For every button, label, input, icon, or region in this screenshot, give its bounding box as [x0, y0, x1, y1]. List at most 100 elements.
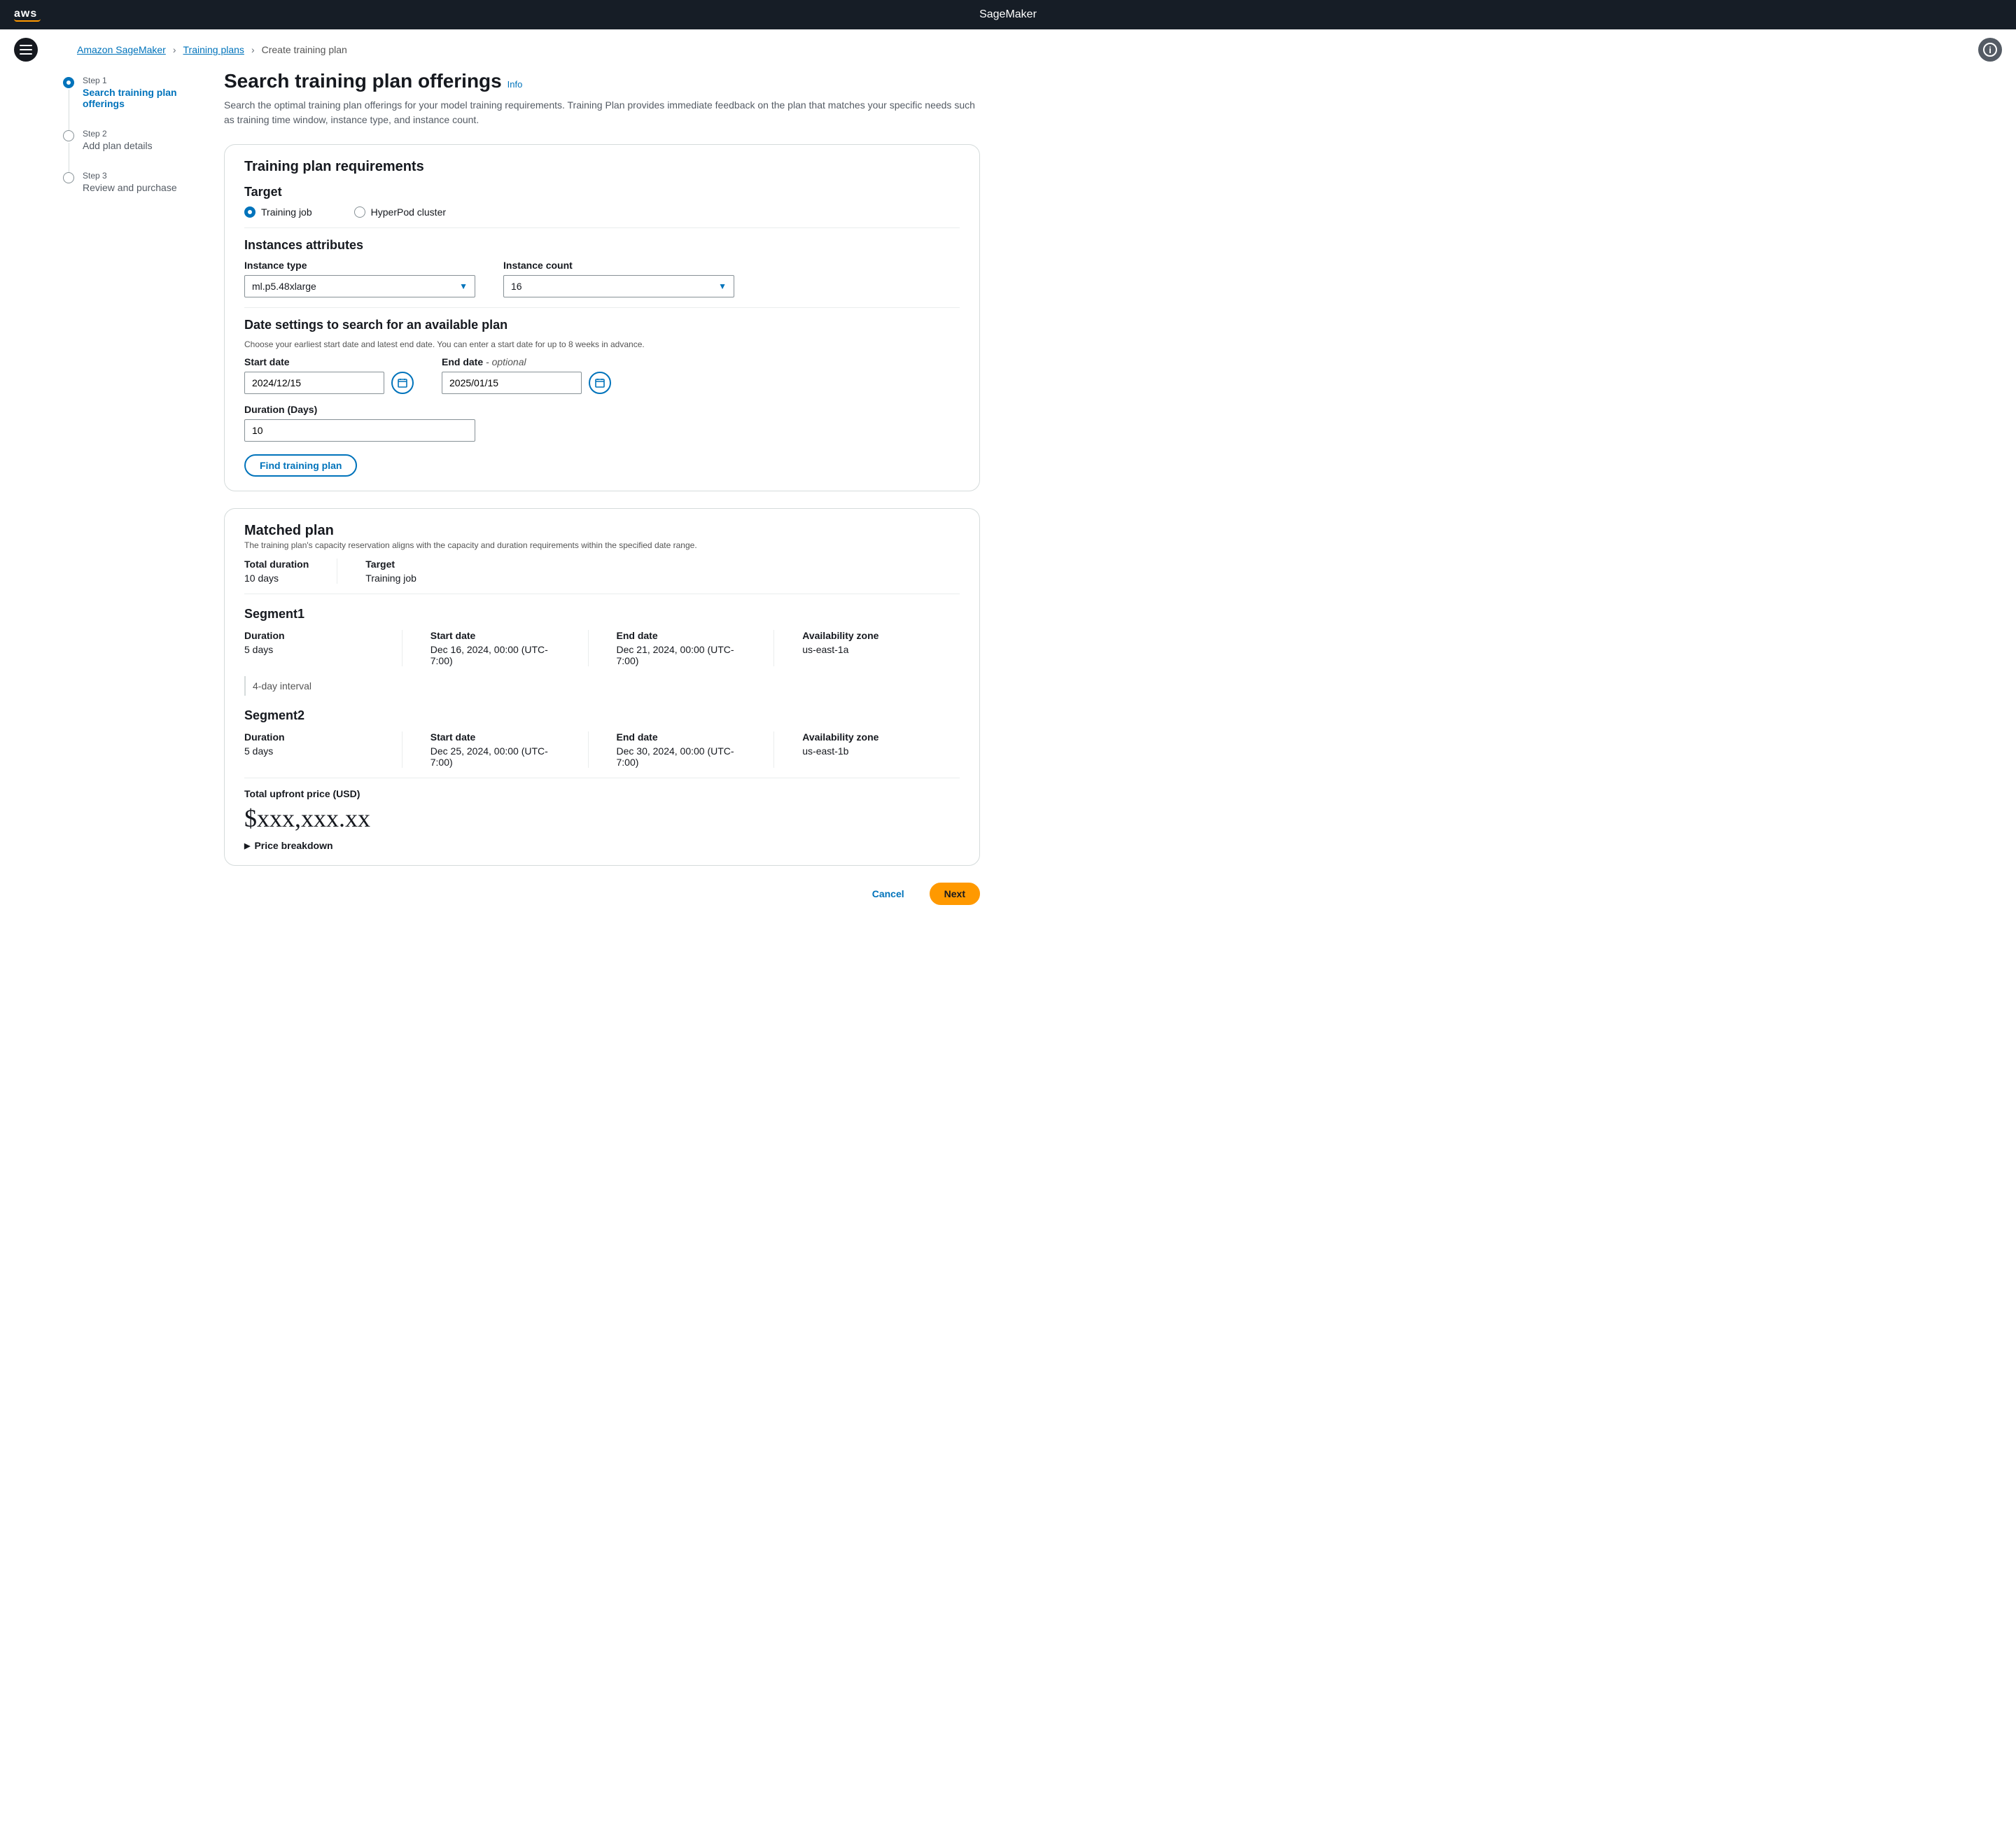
- target-radio-training-job[interactable]: Training job: [244, 206, 312, 218]
- instance-type-value: ml.p5.48xlarge: [252, 281, 316, 292]
- matched-plan-panel: Matched plan The training plan's capacit…: [224, 508, 980, 866]
- price-breakdown-toggle[interactable]: ▶ Price breakdown: [244, 840, 960, 851]
- chevron-down-icon: ▼: [459, 281, 468, 291]
- footer-actions: Cancel Next: [224, 883, 980, 905]
- breadcrumb: Amazon SageMaker › Training plans › Crea…: [77, 44, 347, 55]
- end-date-label: End date - optional: [442, 356, 611, 367]
- chevron-down-icon: ▼: [718, 281, 727, 291]
- total-duration-label: Total duration: [244, 559, 309, 570]
- instances-heading: Instances attributes: [244, 238, 960, 253]
- target-radio-group: Training job HyperPod cluster: [244, 206, 960, 218]
- seg2-duration-label: Duration: [244, 731, 374, 743]
- start-date-input[interactable]: [244, 372, 384, 394]
- segment-interval: 4-day interval: [244, 676, 960, 696]
- aws-logo: aws: [14, 8, 41, 22]
- price-value: $xxx,xxx.xx: [244, 804, 960, 833]
- find-training-plan-button[interactable]: Find training plan: [244, 454, 357, 477]
- help-button[interactable]: i: [1978, 38, 2002, 62]
- instance-type-label: Instance type: [244, 260, 475, 271]
- chevron-right-icon: ›: [251, 44, 255, 55]
- seg1-az-label: Availability zone: [802, 630, 932, 641]
- matched-title: Matched plan: [244, 523, 960, 539]
- price-breakdown-label: Price breakdown: [254, 840, 332, 851]
- seg2-duration-value: 5 days: [244, 745, 374, 757]
- next-button[interactable]: Next: [930, 883, 980, 905]
- aws-logo-text: aws: [14, 8, 41, 20]
- wizard-step-3-title: Review and purchase: [83, 182, 196, 193]
- start-date-calendar-button[interactable]: [391, 372, 414, 394]
- breadcrumb-current: Create training plan: [262, 44, 347, 55]
- instance-type-select[interactable]: ml.p5.48xlarge ▼: [244, 275, 475, 297]
- price-label: Total upfront price (USD): [244, 788, 960, 799]
- wizard-step-2[interactable]: Step 2 Add plan details: [63, 129, 196, 171]
- matched-target-label: Target: [365, 559, 416, 570]
- chevron-right-icon: ›: [173, 44, 176, 55]
- duration-input[interactable]: [244, 419, 475, 442]
- divider: [244, 307, 960, 308]
- wizard-step-3-label: Step 3: [83, 171, 196, 181]
- total-duration-value: 10 days: [244, 573, 309, 584]
- radio-icon: [63, 172, 74, 183]
- wizard-step-3[interactable]: Step 3 Review and purchase: [63, 171, 196, 213]
- requirements-title: Training plan requirements: [244, 159, 960, 175]
- seg2-start-label: Start date: [430, 731, 560, 743]
- nav-menu-button[interactable]: [14, 38, 38, 62]
- instance-count-label: Instance count: [503, 260, 734, 271]
- end-date-label-text: End date: [442, 356, 483, 367]
- target-radio-hyperpod[interactable]: HyperPod cluster: [354, 206, 446, 218]
- help-icon: i: [1983, 43, 1997, 57]
- wizard-nav: Step 1 Search training plan offerings St…: [63, 70, 196, 905]
- seg2-az-value: us-east-1b: [802, 745, 932, 757]
- calendar-icon: [594, 377, 606, 388]
- end-date-optional: - optional: [483, 356, 526, 367]
- seg2-start-value: Dec 25, 2024, 00:00 (UTC-7:00): [430, 745, 560, 768]
- cancel-button[interactable]: Cancel: [858, 883, 918, 905]
- wizard-step-1[interactable]: Step 1 Search training plan offerings: [63, 76, 196, 129]
- duration-label: Duration (Days): [244, 404, 960, 415]
- calendar-icon: [397, 377, 408, 388]
- wizard-step-1-label: Step 1: [83, 76, 196, 85]
- target-radio-training-job-label: Training job: [261, 206, 312, 218]
- seg1-duration-value: 5 days: [244, 644, 374, 655]
- service-title: SageMaker: [979, 8, 1037, 21]
- page-description: Search the optimal training plan offerin…: [224, 98, 980, 127]
- seg2-end-value: Dec 30, 2024, 00:00 (UTC-7:00): [617, 745, 746, 768]
- radio-selected-icon: [244, 206, 255, 218]
- end-date-calendar-button[interactable]: [589, 372, 611, 394]
- seg1-end-label: End date: [617, 630, 746, 641]
- subheader: Amazon SageMaker › Training plans › Crea…: [0, 29, 2016, 70]
- info-link[interactable]: Info: [507, 79, 523, 90]
- caret-right-icon: ▶: [244, 841, 250, 850]
- breadcrumb-link-training-plans[interactable]: Training plans: [183, 44, 244, 55]
- seg1-duration-label: Duration: [244, 630, 374, 641]
- seg1-az-value: us-east-1a: [802, 644, 932, 655]
- dates-helper-text: Choose your earliest start date and late…: [244, 339, 960, 349]
- start-date-label: Start date: [244, 356, 414, 367]
- end-date-input[interactable]: [442, 372, 582, 394]
- dates-heading: Date settings to search for an available…: [244, 318, 960, 332]
- segment1-title: Segment1: [244, 607, 960, 622]
- target-heading: Target: [244, 185, 960, 199]
- breadcrumb-link-sagemaker[interactable]: Amazon SageMaker: [77, 44, 166, 55]
- radio-icon: [63, 77, 74, 88]
- matched-subtitle: The training plan's capacity reservation…: [244, 540, 960, 550]
- segment2-title: Segment2: [244, 708, 960, 723]
- seg1-start-label: Start date: [430, 630, 560, 641]
- main-content: Search training plan offerings Info Sear…: [224, 70, 980, 905]
- seg2-az-label: Availability zone: [802, 731, 932, 743]
- seg2-end-label: End date: [617, 731, 746, 743]
- page-title: Search training plan offerings: [224, 70, 502, 92]
- seg1-start-value: Dec 16, 2024, 00:00 (UTC-7:00): [430, 644, 560, 666]
- wizard-step-2-label: Step 2: [83, 129, 196, 139]
- wizard-step-2-title: Add plan details: [83, 140, 196, 151]
- instance-count-select[interactable]: 16 ▼: [503, 275, 734, 297]
- topbar: aws SageMaker: [0, 0, 2016, 29]
- instance-count-value: 16: [511, 281, 522, 292]
- requirements-panel: Training plan requirements Target Traini…: [224, 144, 980, 491]
- hamburger-icon: [20, 45, 32, 55]
- radio-icon: [63, 130, 74, 141]
- radio-unselected-icon: [354, 206, 365, 218]
- divider: [244, 227, 960, 228]
- target-radio-hyperpod-label: HyperPod cluster: [371, 206, 446, 218]
- seg1-end-value: Dec 21, 2024, 00:00 (UTC-7:00): [617, 644, 746, 666]
